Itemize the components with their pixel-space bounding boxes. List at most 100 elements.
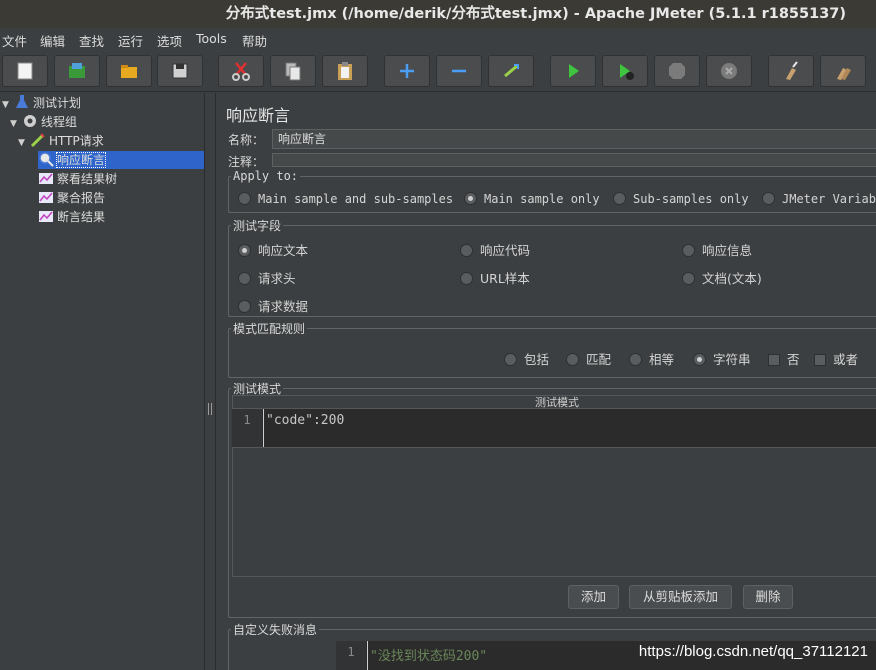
failure-message-text: "没找到状态码200" <box>370 649 488 664</box>
field-document-text-radio[interactable]: 文档(文本) <box>682 268 762 287</box>
radio-icon <box>504 353 517 366</box>
rule-not-checkbox[interactable]: 否 <box>768 349 800 368</box>
paste-icon <box>338 62 352 80</box>
add-button[interactable]: 添加 <box>568 585 619 609</box>
tree-node-label: 聚合报告 <box>57 191 106 205</box>
menu-run[interactable]: 运行 <box>118 31 143 50</box>
option-label: 响应信息 <box>702 243 753 258</box>
name-field[interactable]: 响应断言 <box>272 129 876 149</box>
watermark-text: https://blog.csdn.net/qq_37112121 <box>638 643 868 660</box>
menu-file[interactable]: 文件 <box>2 31 27 50</box>
expand-arrow-icon[interactable]: ▼ <box>18 134 30 152</box>
apply-main-and-sub-radio[interactable]: Main sample and sub-samples <box>238 192 453 206</box>
shutdown-button[interactable] <box>706 55 752 87</box>
text-caret <box>367 641 368 670</box>
tree-node-label: 察看结果树 <box>57 172 118 186</box>
option-label: 文档(文本) <box>702 271 762 286</box>
tree-node-response-assertion[interactable]: 响应断言 <box>38 151 204 169</box>
collapse-all-button[interactable] <box>436 55 482 87</box>
option-label: 匹配 <box>586 352 612 367</box>
menu-search[interactable]: 查找 <box>79 31 104 50</box>
copy-icon <box>285 62 301 81</box>
option-label: 否 <box>787 352 800 367</box>
open-button[interactable] <box>106 55 152 87</box>
name-label: 名称： <box>228 133 265 147</box>
apply-sub-only-radio[interactable]: Sub-samples only <box>613 192 749 206</box>
apply-jmeter-variable-radio[interactable]: JMeter Variabl <box>762 192 876 206</box>
rule-substring-radio[interactable]: 字符串 <box>693 349 751 368</box>
save-button[interactable] <box>157 55 203 87</box>
menu-help[interactable]: 帮助 <box>242 31 267 50</box>
option-label: 或者 <box>833 352 859 367</box>
radio-icon <box>460 272 473 285</box>
tree-node-label: 断言结果 <box>57 210 106 224</box>
patterns-table-area[interactable] <box>232 447 876 577</box>
option-label: 响应代码 <box>480 243 531 258</box>
toggle-button[interactable] <box>488 55 534 87</box>
option-label: 请求数据 <box>258 299 309 314</box>
checkbox-icon <box>814 354 826 366</box>
field-response-code-radio[interactable]: 响应代码 <box>460 240 530 259</box>
expand-arrow-icon[interactable]: ▼ <box>2 96 14 114</box>
radio-icon <box>238 272 251 285</box>
grip-icon <box>208 403 214 415</box>
expand-arrow-icon[interactable]: ▼ <box>10 115 22 133</box>
cut-button[interactable] <box>218 55 264 87</box>
rule-equals-radio[interactable]: 相等 <box>629 349 674 368</box>
comment-field[interactable] <box>272 153 876 167</box>
radio-icon <box>682 244 695 257</box>
expand-all-button[interactable] <box>384 55 430 87</box>
thread-group-icon <box>24 115 36 127</box>
menu-tools[interactable]: Tools <box>196 31 227 46</box>
radio-icon <box>566 353 579 366</box>
rule-or-checkbox[interactable]: 或者 <box>814 349 858 368</box>
start-no-pauses-button[interactable] <box>602 55 648 87</box>
radio-icon <box>238 192 251 205</box>
toggle-icon <box>504 64 519 78</box>
text-caret <box>263 409 264 447</box>
radio-icon <box>613 192 626 205</box>
templates-button[interactable] <box>54 55 100 87</box>
tree-node-view-results-tree[interactable]: 察看结果树 <box>38 170 117 188</box>
copy-button[interactable] <box>270 55 316 87</box>
option-label: URL样本 <box>480 271 530 286</box>
menu-edit[interactable]: 编辑 <box>40 31 65 50</box>
assertion-icon <box>39 152 54 167</box>
field-url-sampled-radio[interactable]: URL样本 <box>460 268 530 287</box>
tree-node-test-plan[interactable]: ▼ 测试计划 <box>2 94 81 112</box>
radio-selected-icon <box>238 244 251 257</box>
add-from-clipboard-button[interactable]: 从剪贴板添加 <box>629 585 732 609</box>
split-pane-divider[interactable] <box>206 93 216 670</box>
clear-all-button[interactable] <box>820 55 866 87</box>
rule-matches-radio[interactable]: 匹配 <box>566 349 611 368</box>
start-button[interactable] <box>550 55 596 87</box>
tree-node-label: 线程组 <box>41 115 78 129</box>
paste-button[interactable] <box>322 55 368 87</box>
field-request-data-radio[interactable]: 请求数据 <box>238 296 308 315</box>
new-button[interactable] <box>2 55 48 87</box>
custom-failure-message-legend: 自定义失败消息 <box>233 623 318 637</box>
tree-node-http-request[interactable]: ▼ HTTP请求 <box>18 132 104 150</box>
window-title-bar: 分布式test.jmx (/home/derik/分布式test.jmx) - … <box>0 0 876 28</box>
apply-main-only-radio[interactable]: Main sample only <box>464 192 600 206</box>
stop-button[interactable] <box>654 55 700 87</box>
field-request-headers-radio[interactable]: 请求头 <box>238 268 296 287</box>
tree-node-assertion-results[interactable]: 断言结果 <box>38 208 105 226</box>
clear-all-icon <box>837 68 851 80</box>
test-plan-tree: ▼ 测试计划 ▼ 线程组 ▼ HTTP请求 响应断言 察看结果树 聚合报告 断言结果 <box>0 93 205 670</box>
start-icon <box>569 64 579 78</box>
clear-button[interactable] <box>768 55 814 87</box>
tree-node-aggregate-report[interactable]: 聚合报告 <box>38 189 105 207</box>
radio-icon <box>762 192 775 205</box>
field-response-message-radio[interactable]: 响应信息 <box>682 240 752 259</box>
option-label: Main sample and sub-samples <box>258 192 454 206</box>
open-icon <box>121 65 137 78</box>
tree-node-thread-group[interactable]: ▼ 线程组 <box>10 113 77 131</box>
delete-button[interactable]: 删除 <box>743 585 793 609</box>
pattern-matching-rules-legend: 模式匹配规则 <box>233 322 306 336</box>
pattern-editor[interactable]: 1 "code":200 <box>232 409 876 447</box>
field-response-text-radio[interactable]: 响应文本 <box>238 240 308 259</box>
option-label: Sub-samples only <box>633 192 749 206</box>
rule-contains-radio[interactable]: 包括 <box>504 349 549 368</box>
menu-options[interactable]: 选项 <box>157 31 182 50</box>
